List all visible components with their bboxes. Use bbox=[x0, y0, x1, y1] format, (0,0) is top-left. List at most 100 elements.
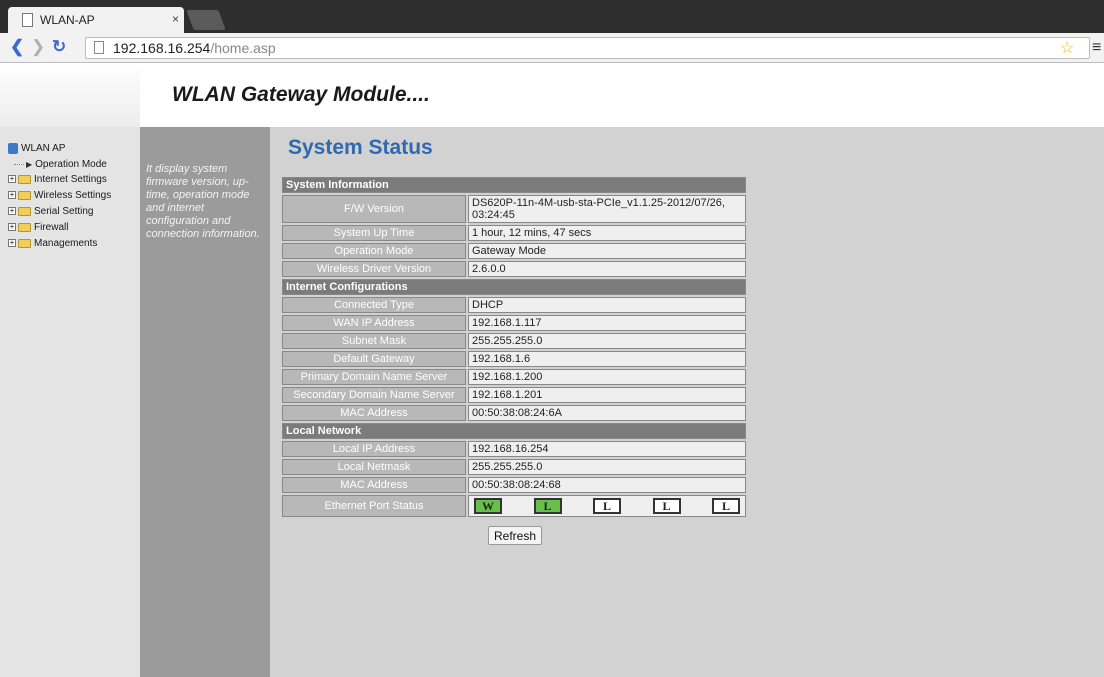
ethernet-port-row: Ethernet Port Status W L L L L bbox=[282, 495, 746, 517]
logo-area bbox=[0, 63, 140, 127]
table-row: Secondary Domain Name Server 192.168.1.20… bbox=[282, 387, 746, 403]
row-label: Wireless Driver Version bbox=[282, 261, 466, 277]
table-row: F/W Version DS620P-11n-4M-usb-sta-PCIe_v1… bbox=[282, 195, 746, 223]
table-row: Operation Mode Gateway Mode bbox=[282, 243, 746, 259]
tree-item-label: Serial Setting bbox=[34, 206, 94, 217]
row-value: 192.168.1.201 bbox=[468, 387, 746, 403]
row-value: 192.168.1.200 bbox=[468, 369, 746, 385]
tree-connector bbox=[14, 163, 24, 165]
ethernet-port-icon: W bbox=[474, 498, 502, 514]
table-row: Subnet Mask 255.255.255.0 bbox=[282, 333, 746, 349]
forward-arrow-icon[interactable]: ❯ bbox=[31, 38, 45, 56]
expand-plus-icon[interactable]: + bbox=[8, 239, 16, 248]
network-computer-icon bbox=[8, 143, 18, 154]
row-value: Gateway Mode bbox=[468, 243, 746, 259]
row-label: Default Gateway bbox=[282, 351, 466, 367]
document-icon bbox=[94, 41, 104, 54]
status-table: System Information F/W Version DS620P-11n… bbox=[280, 175, 748, 519]
row-label: Ethernet Port Status bbox=[282, 495, 466, 517]
folder-icon bbox=[18, 174, 31, 184]
section-header: Internet Configurations bbox=[282, 279, 746, 295]
tree-item-label: Managements bbox=[34, 238, 98, 249]
row-label: Secondary Domain Name Server bbox=[282, 387, 466, 403]
table-row: Connected Type DHCP bbox=[282, 297, 746, 313]
table-row: MAC Address 00:50:38:08:24:6A bbox=[282, 405, 746, 421]
expand-plus-icon[interactable]: + bbox=[8, 191, 16, 200]
table-row: Local IP Address 192.168.16.254 bbox=[282, 441, 746, 457]
row-label: Local IP Address bbox=[282, 441, 466, 457]
tab-close-icon[interactable]: × bbox=[172, 12, 179, 26]
tab-title: WLAN-AP bbox=[40, 13, 95, 27]
row-value: 255.255.255.0 bbox=[468, 459, 746, 475]
row-value: DHCP bbox=[468, 297, 746, 313]
expand-plus-icon[interactable]: + bbox=[8, 223, 16, 232]
row-value: 255.255.255.0 bbox=[468, 333, 746, 349]
new-tab-button[interactable] bbox=[186, 10, 226, 30]
page-title: WLAN Gateway Module.... bbox=[172, 83, 430, 106]
tree-item-internet-settings[interactable]: + Internet Settings bbox=[8, 174, 107, 186]
row-value: 00:50:38:08:24:6A bbox=[468, 405, 746, 421]
section-header: Local Network bbox=[282, 423, 746, 439]
row-label: F/W Version bbox=[282, 195, 466, 223]
row-label: Primary Domain Name Server bbox=[282, 369, 466, 385]
table-row: Wireless Driver Version 2.6.0.0 bbox=[282, 261, 746, 277]
table-row: Local Netmask 255.255.255.0 bbox=[282, 459, 746, 475]
browser-tab-bar: WLAN-AP × bbox=[0, 0, 1104, 33]
bookmark-star-icon[interactable]: ☆ bbox=[1060, 38, 1074, 58]
row-value: 2.6.0.0 bbox=[468, 261, 746, 277]
port-list: W L L L L bbox=[472, 497, 742, 515]
arrow-right-icon: ▶ bbox=[26, 160, 33, 169]
tree-item-wireless-settings[interactable]: + Wireless Settings bbox=[8, 190, 111, 202]
reload-icon[interactable]: ↻ bbox=[52, 38, 66, 56]
row-label: Connected Type bbox=[282, 297, 466, 313]
page-header: WLAN Gateway Module.... bbox=[0, 63, 1104, 127]
folder-icon bbox=[18, 238, 31, 248]
section-title: System Status bbox=[288, 136, 433, 159]
ethernet-port-icon: L bbox=[652, 498, 681, 514]
section-header-row: System Information bbox=[282, 177, 746, 193]
row-value: 1 hour, 12 mins, 47 secs bbox=[468, 225, 746, 241]
back-arrow-icon[interactable]: ❮ bbox=[10, 38, 24, 56]
row-value: 192.168.1.6 bbox=[468, 351, 746, 367]
browser-toolbar: ❮ ❯ ↻ 192.168.16.254/home.asp ☆ ≡ bbox=[0, 33, 1104, 63]
expand-plus-icon[interactable]: + bbox=[8, 175, 16, 184]
section-header: System Information bbox=[282, 177, 746, 193]
tree-root[interactable]: WLAN AP bbox=[8, 143, 65, 155]
row-label: Operation Mode bbox=[282, 243, 466, 259]
table-row: WAN IP Address 192.168.1.117 bbox=[282, 315, 746, 331]
ethernet-port-icon: L bbox=[593, 498, 621, 514]
main-content: System Status System Information F/W Ver… bbox=[270, 127, 1104, 677]
menu-icon[interactable]: ≡ bbox=[1092, 39, 1101, 57]
description-text: It display system firmware version, up-t… bbox=[146, 163, 260, 240]
row-value: 00:50:38:08:24:68 bbox=[468, 477, 746, 493]
refresh-button[interactable]: Refresh bbox=[488, 526, 542, 545]
expand-plus-icon[interactable]: + bbox=[8, 207, 16, 216]
tree-item-serial-setting[interactable]: + Serial Setting bbox=[8, 206, 93, 218]
ethernet-port-icon: L bbox=[533, 498, 562, 514]
tree-item-label: Wireless Settings bbox=[34, 190, 112, 201]
address-bar[interactable]: 192.168.16.254/home.asp bbox=[85, 37, 1090, 59]
section-header-row: Local Network bbox=[282, 423, 746, 439]
tree-root-label: WLAN AP bbox=[21, 143, 66, 155]
folder-icon bbox=[18, 206, 31, 216]
table-row: Primary Domain Name Server 192.168.1.200 bbox=[282, 369, 746, 385]
description-panel: It display system firmware version, up-t… bbox=[140, 127, 270, 677]
tree-item-managements[interactable]: + Managements bbox=[8, 238, 97, 250]
row-value: DS620P-11n-4M-usb-sta-PCIe_v1.1.25-2012/… bbox=[468, 195, 746, 223]
row-label: WAN IP Address bbox=[282, 315, 466, 331]
page-icon bbox=[22, 13, 33, 27]
nav-tree: WLAN AP ▶ Operation Mode + Internet Settin… bbox=[0, 127, 140, 677]
row-label: Subnet Mask bbox=[282, 333, 466, 349]
tree-item-firewall[interactable]: + Firewall bbox=[8, 222, 68, 234]
tree-item-operation-mode[interactable]: ▶ Operation Mode bbox=[14, 159, 107, 171]
section-header-row: Internet Configurations bbox=[282, 279, 746, 295]
ethernet-port-icon: L bbox=[712, 498, 740, 514]
folder-icon bbox=[18, 222, 31, 232]
table-row: MAC Address 00:50:38:08:24:68 bbox=[282, 477, 746, 493]
url-text: 192.168.16.254/home.asp bbox=[113, 40, 276, 56]
tree-item-label: Firewall bbox=[34, 222, 69, 233]
browser-tab[interactable]: WLAN-AP × bbox=[8, 7, 184, 33]
folder-icon bbox=[18, 190, 31, 200]
row-label: System Up Time bbox=[282, 225, 466, 241]
table-row: System Up Time 1 hour, 12 mins, 47 secs bbox=[282, 225, 746, 241]
